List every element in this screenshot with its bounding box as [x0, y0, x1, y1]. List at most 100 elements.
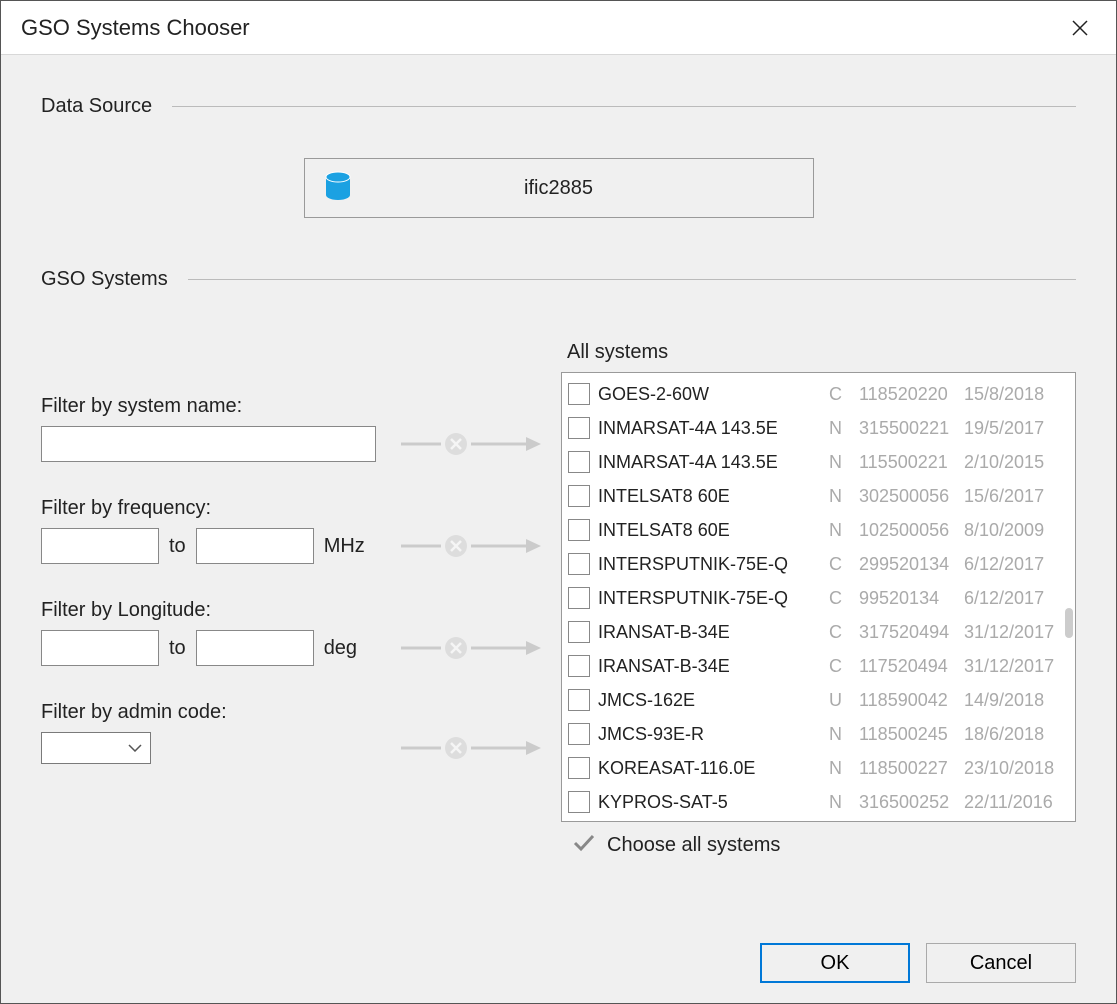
system-date: 19/5/2017 — [964, 418, 1069, 439]
system-row[interactable]: INTELSAT8 60EN30250005615/6/2017 — [568, 479, 1069, 513]
divider — [172, 106, 1076, 107]
apply-longitude-filter-button[interactable] — [401, 635, 541, 661]
choose-all-label: Choose all systems — [607, 834, 780, 857]
system-name: IRANSAT-B-34E — [598, 656, 829, 677]
system-id: 118500245 — [859, 724, 964, 745]
system-type: N — [829, 792, 859, 813]
system-id: 99520134 — [859, 588, 964, 609]
system-checkbox[interactable] — [568, 553, 590, 575]
system-row[interactable]: KYPROS-SAT-5N31650025222/11/2016 — [568, 785, 1069, 819]
filter-admin-code-select[interactable] — [41, 732, 151, 764]
system-name: GOES-2-60W — [598, 384, 829, 405]
all-systems-heading: All systems — [567, 341, 1076, 364]
system-id: 315500221 — [859, 418, 964, 439]
filter-frequency-to-input[interactable] — [196, 528, 314, 564]
filter-longitude-from-input[interactable] — [41, 630, 159, 666]
data-source-selector[interactable]: ific2885 — [304, 158, 814, 218]
frequency-unit-label: MHz — [324, 535, 365, 558]
system-name: IRANSAT-B-34E — [598, 622, 829, 643]
system-row[interactable]: IRANSAT-B-34EC31752049431/12/2017 — [568, 615, 1069, 649]
system-type: N — [829, 486, 859, 507]
system-date: 8/10/2009 — [964, 520, 1069, 541]
system-date: 2/10/2015 — [964, 452, 1069, 473]
system-checkbox[interactable] — [568, 587, 590, 609]
system-row[interactable]: JMCS-93E-RN11850024518/6/2018 — [568, 717, 1069, 751]
system-type: N — [829, 418, 859, 439]
dialog-title: GSO Systems Chooser — [21, 15, 250, 41]
system-checkbox[interactable] — [568, 689, 590, 711]
scrollbar-thumb[interactable] — [1065, 608, 1073, 638]
system-checkbox[interactable] — [568, 417, 590, 439]
systems-listbox[interactable]: GOES-2-60WC11852022015/8/2018INMARSAT-4A… — [561, 372, 1076, 822]
systems-column: All systems GOES-2-60WC11852022015/8/201… — [561, 341, 1076, 857]
filter-admin-code-label: Filter by admin code: — [41, 701, 541, 724]
gso-systems-section-header: GSO Systems — [41, 268, 1076, 291]
ok-button[interactable]: OK — [760, 943, 910, 983]
data-source-section-label: Data Source — [41, 95, 152, 118]
system-row[interactable]: JMCS-162EU11859004214/9/2018 — [568, 683, 1069, 717]
choose-all-systems-toggle[interactable]: Choose all systems — [573, 834, 1076, 857]
system-checkbox[interactable] — [568, 655, 590, 677]
system-date: 15/8/2018 — [964, 384, 1069, 405]
system-type: C — [829, 622, 859, 643]
system-type: N — [829, 452, 859, 473]
system-id: 317520494 — [859, 622, 964, 643]
system-id: 118590042 — [859, 690, 964, 711]
system-date: 14/9/2018 — [964, 690, 1069, 711]
divider — [188, 279, 1076, 280]
dialog-body: Data Source ific2885 GSO Systems — [1, 55, 1116, 1003]
system-id: 102500056 — [859, 520, 964, 541]
system-row[interactable]: IRANSAT-B-34EC11752049431/12/2017 — [568, 649, 1069, 683]
system-date: 6/12/2017 — [964, 588, 1069, 609]
system-row[interactable]: INTERSPUTNIK-75E-QC2995201346/12/2017 — [568, 547, 1069, 581]
filter-frequency-label: Filter by frequency: — [41, 497, 541, 520]
system-type: U — [829, 690, 859, 711]
system-id: 117520494 — [859, 656, 964, 677]
system-date: 6/12/2017 — [964, 554, 1069, 575]
system-checkbox[interactable] — [568, 723, 590, 745]
arrow-apply-icon — [401, 735, 541, 761]
system-type: N — [829, 520, 859, 541]
system-checkbox[interactable] — [568, 383, 590, 405]
system-checkbox[interactable] — [568, 791, 590, 813]
checkmark-icon — [573, 834, 595, 857]
close-button[interactable] — [1060, 8, 1100, 48]
cancel-button[interactable]: Cancel — [926, 943, 1076, 983]
filter-longitude-to-input[interactable] — [196, 630, 314, 666]
frequency-to-label: to — [169, 535, 186, 558]
gso-systems-chooser-dialog: GSO Systems Chooser Data Source ific288 — [0, 0, 1117, 1004]
system-checkbox[interactable] — [568, 621, 590, 643]
data-source-row: ific2885 — [41, 158, 1076, 218]
system-id: 115500221 — [859, 452, 964, 473]
apply-system-name-filter-button[interactable] — [401, 431, 541, 457]
system-name: INTELSAT8 60E — [598, 486, 829, 507]
apply-admin-code-filter-button[interactable] — [401, 735, 541, 761]
system-type: C — [829, 588, 859, 609]
longitude-to-label: to — [169, 637, 186, 660]
database-icon — [325, 171, 351, 206]
system-row[interactable]: INTERSPUTNIK-75E-QC995201346/12/2017 — [568, 581, 1069, 615]
system-date: 18/6/2018 — [964, 724, 1069, 745]
filter-system-name-input[interactable] — [41, 426, 376, 462]
system-name: INMARSAT-4A 143.5E — [598, 452, 829, 473]
system-date: 22/11/2016 — [964, 792, 1069, 813]
system-row[interactable]: INTELSAT8 60EN1025000568/10/2009 — [568, 513, 1069, 547]
system-row[interactable]: GOES-2-60WC11852022015/8/2018 — [568, 377, 1069, 411]
cancel-button-label: Cancel — [970, 952, 1032, 975]
system-checkbox[interactable] — [568, 451, 590, 473]
system-checkbox[interactable] — [568, 757, 590, 779]
filter-system-name-label: Filter by system name: — [41, 395, 541, 418]
system-date: 31/12/2017 — [964, 656, 1069, 677]
system-checkbox[interactable] — [568, 485, 590, 507]
system-checkbox[interactable] — [568, 519, 590, 541]
system-row[interactable]: KOREASAT-116.0EN11850022723/10/2018 — [568, 751, 1069, 785]
system-type: C — [829, 554, 859, 575]
titlebar: GSO Systems Chooser — [1, 1, 1116, 55]
filter-frequency-from-input[interactable] — [41, 528, 159, 564]
system-row[interactable]: INMARSAT-4A 143.5EN1155002212/10/2015 — [568, 445, 1069, 479]
system-row[interactable]: INMARSAT-4A 143.5EN31550022119/5/2017 — [568, 411, 1069, 445]
apply-frequency-filter-button[interactable] — [401, 533, 541, 559]
system-date: 31/12/2017 — [964, 622, 1069, 643]
dialog-footer: OK Cancel — [41, 913, 1076, 983]
system-name: INTELSAT8 60E — [598, 520, 829, 541]
